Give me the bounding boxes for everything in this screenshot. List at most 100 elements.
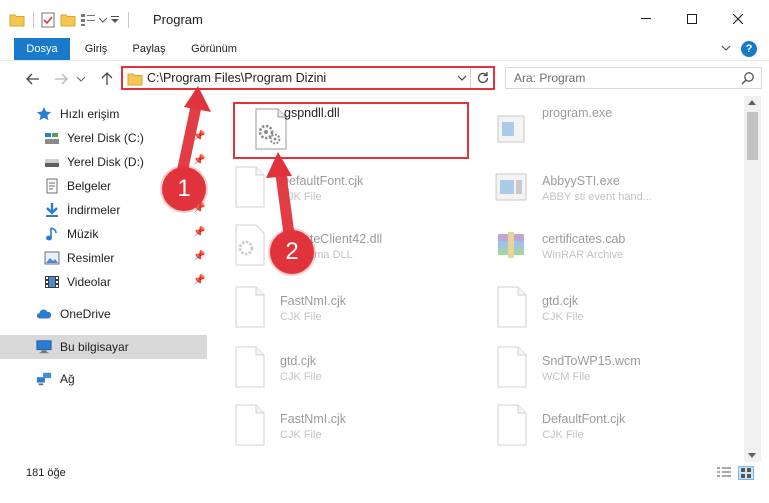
file-name: DefaultFont.cjk [280, 174, 364, 188]
file-item-certificates[interactable]: certificates.cab WinRAR Archive [474, 218, 714, 274]
file-name: SndToWP15.wcm [542, 354, 641, 368]
sidebar-item-music[interactable]: Müzik 📌 [0, 222, 207, 246]
pin-icon[interactable]: 📌 [193, 131, 205, 142]
search-icon[interactable] [741, 71, 755, 88]
sidebar-item-label: Belgeler [67, 179, 112, 193]
pin-icon[interactable]: 📌 [193, 155, 205, 166]
tab-dosya[interactable]: Dosya [14, 38, 70, 60]
exe-icon [492, 108, 530, 150]
properties-icon[interactable] [39, 11, 57, 29]
pin-icon[interactable]: 📌 [193, 227, 205, 238]
vertical-scrollbar[interactable] [744, 96, 761, 462]
sidebar-item-local-disk-c[interactable]: Yerel Disk (C:) 📌 [0, 126, 207, 150]
sidebar-item-label: Videolar [67, 275, 111, 289]
file-type: CJK File [280, 371, 322, 383]
sidebar-item-pictures[interactable]: Resimler 📌 [0, 246, 207, 270]
customize-toolbar-icon[interactable] [109, 11, 121, 29]
file-item-program-exe[interactable]: program.exe [474, 102, 714, 158]
details-view-icon[interactable] [716, 466, 732, 480]
sidebar-item-onedrive[interactable]: OneDrive [0, 302, 207, 326]
documents-icon [44, 178, 60, 194]
file-type: WinRAR Archive [542, 249, 624, 261]
file-item-defaultfont[interactable]: DefaultFont.cjk CJK File [212, 160, 452, 216]
file-type: ABBY sti event hand... [542, 191, 652, 203]
file-type: CJK File [280, 191, 322, 203]
file-item-gtd[interactable]: gtd.cjk CJK File [474, 280, 714, 336]
file-icon [230, 286, 268, 328]
sidebar-item-this-pc[interactable]: Bu bilgisayar [0, 335, 207, 359]
selection-highlight [233, 102, 469, 159]
address-path[interactable]: C:\Program Files\Program Dizini [147, 71, 326, 85]
file-name: FastNmI.cjk [280, 294, 346, 308]
close-button[interactable] [715, 0, 761, 38]
sidebar-item-videos[interactable]: Videolar 📌 [0, 270, 207, 294]
file-icon [230, 346, 268, 388]
file-item-updateclient[interactable]: UpdateClient42.dll Uygulama DLL [212, 218, 452, 274]
view-options-icon[interactable] [79, 11, 97, 29]
search-box[interactable] [505, 67, 762, 89]
tab-paylas[interactable]: Paylaş [126, 38, 172, 60]
sidebar-item-label: İndirmeler [67, 203, 121, 217]
file-name: AbbyySTI.exe [542, 174, 620, 188]
network-icon [36, 371, 52, 387]
file-item-fastnml[interactable]: FastNmI.cjk CJK File [212, 280, 452, 336]
folder-icon [8, 11, 26, 29]
file-icon [492, 346, 530, 388]
pin-icon[interactable]: 📌 [193, 251, 205, 262]
navigation-pane: Hızlı erişim Yerel Disk (C:) 📌 Yerel Dis… [0, 96, 210, 462]
minimize-button[interactable] [623, 0, 669, 38]
file-name: gtd.cjk [280, 354, 317, 368]
sidebar-item-label: Müzik [67, 227, 99, 241]
drive-icon [44, 130, 60, 146]
address-toolbar: C:\Program Files\Program Dizini [0, 60, 769, 96]
chevron-down-icon[interactable] [719, 41, 733, 55]
address-bar[interactable]: C:\Program Files\Program Dizini [121, 66, 495, 90]
maximize-button[interactable] [669, 0, 715, 38]
status-bar: 181 öğe [0, 462, 769, 503]
sidebar-item-quick-access[interactable]: Hızlı erişim [0, 102, 207, 126]
folder-icon [127, 72, 143, 89]
toolbar-divider [128, 12, 129, 28]
scroll-down-icon[interactable] [748, 453, 756, 458]
file-type: CJK File [280, 429, 322, 441]
back-button[interactable] [22, 69, 44, 89]
file-item-abbyysti[interactable]: AbbyySTI.exe ABBY sti event hand... [474, 160, 714, 216]
toolbar-divider [33, 12, 34, 28]
file-item-defaultfont[interactable]: DefaultFont.cjk CJK File [474, 398, 714, 454]
file-item-fastnml[interactable]: FastNmI.cjk CJK File [212, 398, 452, 454]
scroll-thumb[interactable] [747, 112, 758, 160]
sidebar-item-network[interactable]: Ağ [0, 367, 207, 391]
file-name: program.exe [542, 106, 613, 120]
recent-locations-button[interactable] [74, 69, 88, 89]
window-title: Program [153, 12, 203, 27]
tab-gorunum[interactable]: Görünüm [184, 38, 244, 60]
chevron-down-icon[interactable] [457, 72, 467, 87]
chevron-down-icon[interactable] [99, 11, 107, 29]
sidebar-item-label: Resimler [67, 251, 115, 265]
sidebar-item-label: Yerel Disk (C:) [67, 131, 144, 145]
sidebar-item-label: OneDrive [60, 307, 111, 321]
file-type: WCM File [542, 371, 591, 383]
scroll-up-icon[interactable] [748, 100, 756, 105]
music-icon [44, 226, 60, 242]
large-icons-view-icon[interactable] [738, 466, 754, 480]
search-input[interactable] [506, 68, 736, 88]
file-item-sndtowp15[interactable]: SndToWP15.wcm WCM File [474, 340, 714, 396]
up-button[interactable] [96, 69, 118, 89]
tab-giris[interactable]: Giriş [76, 38, 116, 60]
file-icon [492, 286, 530, 328]
pin-icon[interactable]: 📌 [193, 275, 205, 286]
archive-icon [492, 224, 530, 266]
refresh-icon[interactable] [476, 71, 490, 88]
file-type: CJK File [280, 311, 322, 323]
help-icon[interactable]: ? [741, 41, 757, 57]
drive-icon [44, 154, 60, 170]
file-item-gtd[interactable]: gtd.cjk CJK File [212, 340, 452, 396]
dll-icon [230, 224, 268, 266]
file-type: CJK File [542, 429, 584, 441]
forward-button[interactable] [50, 69, 72, 89]
new-folder-icon[interactable] [59, 11, 77, 29]
pictures-icon [44, 250, 60, 266]
file-type: CJK File [542, 311, 584, 323]
star-icon [36, 106, 52, 122]
